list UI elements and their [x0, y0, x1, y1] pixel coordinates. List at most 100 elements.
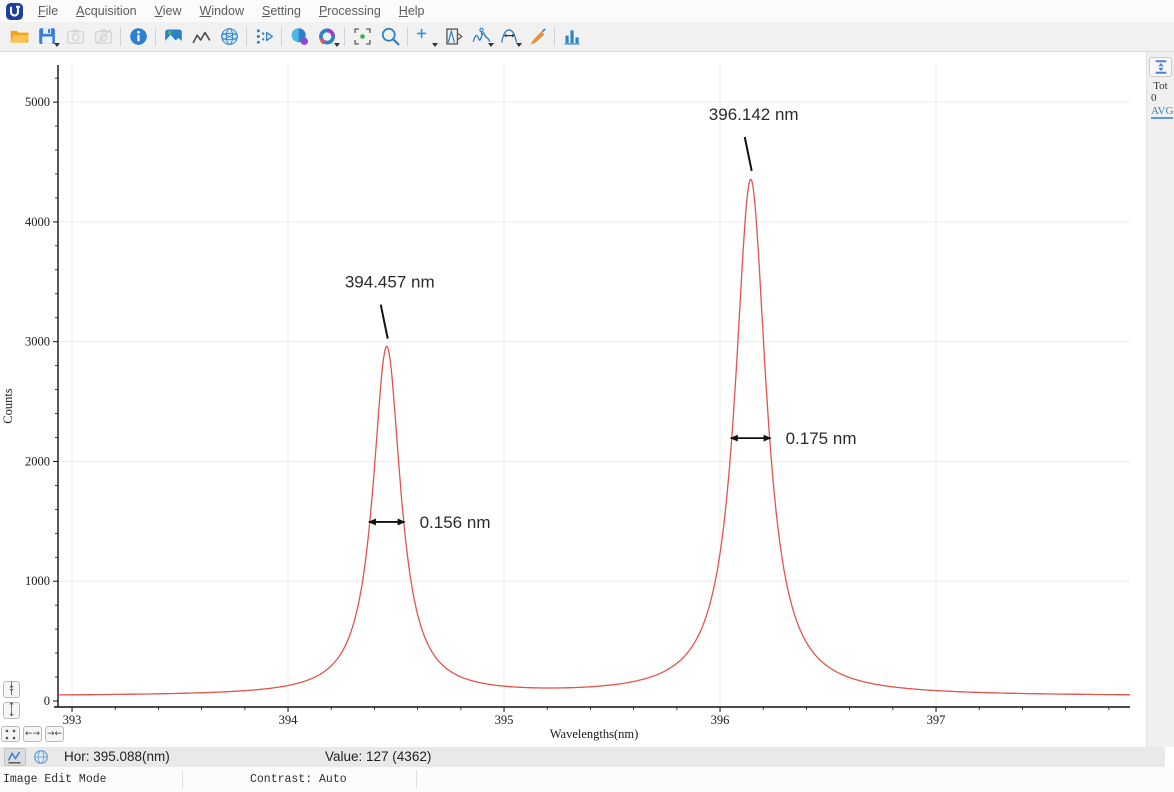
avg-toggle[interactable]: AVG [1151, 105, 1173, 119]
info-icon [128, 26, 149, 47]
autoscale-y-button[interactable] [1149, 57, 1172, 77]
app-logo-icon [6, 3, 23, 20]
open-folder-button[interactable] [5, 24, 33, 50]
info-button[interactable] [124, 24, 152, 50]
roi-peak-button[interactable] [439, 24, 467, 50]
display-graph-button[interactable] [187, 24, 215, 50]
y-tick-label: 4000 [25, 215, 50, 229]
spectrum-chart[interactable]: 393394395396397010002000300040005000Wave… [0, 52, 1146, 747]
menu-item-window[interactable]: Window [191, 1, 253, 21]
mesh-3d-button[interactable] [215, 24, 243, 50]
compress-horizontal-button[interactable]: →← [45, 726, 64, 742]
expand-vertical-button[interactable]: ↑↓ [3, 702, 20, 719]
smooth-brush-icon [527, 26, 548, 47]
display-image-button[interactable] [159, 24, 187, 50]
display-graph-icon [191, 26, 212, 47]
status-bar: Hor: 395.088(nm) Value: 127 (4362) [0, 747, 1165, 767]
sphere-view-icon [289, 26, 310, 47]
total-value: 0 [1151, 92, 1157, 104]
save-button[interactable] [33, 24, 61, 50]
fit-view-icon [5, 729, 16, 740]
peak-callout-line [381, 305, 388, 339]
menu-items: FileAcquisitionViewWindowSettingProcessi… [29, 1, 434, 21]
cursor-horizontal-readout: Hor: 395.088(nm) [64, 749, 170, 764]
dropdown-caret-icon [488, 43, 494, 47]
menu-item-file[interactable]: File [29, 1, 67, 21]
plot-area: 393394395396397010002000300040005000Wave… [0, 52, 1174, 747]
y-tick-label: 2000 [25, 454, 50, 468]
cursor-value-readout: Value: 127 (4362) [325, 749, 431, 764]
add-marker-button[interactable] [411, 24, 439, 50]
y-tick-label: 1000 [25, 574, 50, 588]
menu-item-setting[interactable]: Setting [253, 1, 310, 21]
zoom-button[interactable] [376, 24, 404, 50]
peak-search-button[interactable] [467, 24, 495, 50]
display-image-icon [163, 26, 184, 47]
menu-item-view[interactable]: View [146, 1, 191, 21]
camera-icon [65, 26, 86, 47]
data-flow-icon [254, 26, 275, 47]
x-axis-title: Wavelengths(nm) [550, 727, 639, 741]
menu-item-processing[interactable]: Processing [310, 1, 390, 21]
dropdown-caret-icon [334, 43, 340, 47]
arrow-glyph: ←→ [25, 731, 40, 738]
menu-item-acquisition[interactable]: Acquisition [67, 1, 145, 21]
trace-mode-button[interactable] [4, 748, 26, 766]
arrow-glyph: ↑ [8, 690, 16, 697]
peak-width-label: 0.175 nm [786, 429, 857, 448]
reset-view-button[interactable] [1, 726, 20, 742]
toolbar-separator [344, 27, 345, 46]
compress-vertical-button[interactable]: ↓↑ [3, 681, 20, 698]
dropdown-caret-icon [54, 43, 60, 47]
total-label: Tot [1153, 80, 1168, 92]
ring-palette-button[interactable] [313, 24, 341, 50]
globe-mode-icon [33, 749, 49, 765]
y-tick-label: 3000 [25, 335, 50, 349]
menu-item-help[interactable]: Help [390, 1, 434, 21]
contrast-label: Contrast: Auto [250, 773, 347, 786]
x-tick-label: 397 [927, 713, 946, 727]
histogram-button[interactable] [558, 24, 586, 50]
toolbar-separator [120, 27, 121, 46]
sphere-view-button[interactable] [285, 24, 313, 50]
toolbar [0, 22, 1174, 52]
arrow-glyph: →← [47, 731, 62, 738]
trace-mode-icon [7, 749, 23, 765]
edit-mode-label: Image Edit Mode [3, 773, 107, 786]
x-tick-label: 393 [63, 713, 82, 727]
y-tick-label: 5000 [25, 95, 50, 109]
camera-off-button [89, 24, 117, 50]
smooth-brush-button[interactable] [523, 24, 551, 50]
mesh-3d-icon [219, 26, 240, 47]
y-tick-label: 0 [44, 694, 50, 708]
fwhm-measure-button[interactable] [495, 24, 523, 50]
zoom-icon [380, 26, 401, 47]
camera-button [61, 24, 89, 50]
toolbar-separator [246, 27, 247, 46]
peak-width-label: 0.156 nm [420, 513, 491, 532]
arrow-glyph: ↓ [8, 711, 16, 718]
dropdown-caret-icon [432, 43, 438, 47]
auto-focus-icon [352, 26, 373, 47]
auto-focus-button[interactable] [348, 24, 376, 50]
data-flow-button[interactable] [250, 24, 278, 50]
peak-wavelength-label: 394.457 nm [345, 273, 435, 292]
globe-mode-button[interactable] [30, 748, 52, 766]
divider [182, 770, 183, 789]
x-tick-label: 396 [711, 713, 730, 727]
right-side-panel: Tot 0 AVG [1146, 52, 1174, 747]
toolbar-separator [554, 27, 555, 46]
roi-peak-icon [443, 26, 464, 47]
peak-callout-line [745, 137, 752, 171]
peak-wavelength-label: 396.142 nm [709, 105, 799, 124]
toolbar-separator [281, 27, 282, 46]
dropdown-caret-icon [516, 43, 522, 47]
menu-bar: FileAcquisitionViewWindowSettingProcessi… [0, 0, 1174, 22]
x-tick-label: 394 [279, 713, 299, 727]
toolbar-separator [155, 27, 156, 46]
spectrum-line [58, 179, 1130, 695]
expand-horizontal-button[interactable]: ←→ [23, 726, 42, 742]
autoscale-y-icon [1152, 59, 1170, 75]
camera-off-icon [93, 26, 114, 47]
divider [416, 770, 417, 789]
